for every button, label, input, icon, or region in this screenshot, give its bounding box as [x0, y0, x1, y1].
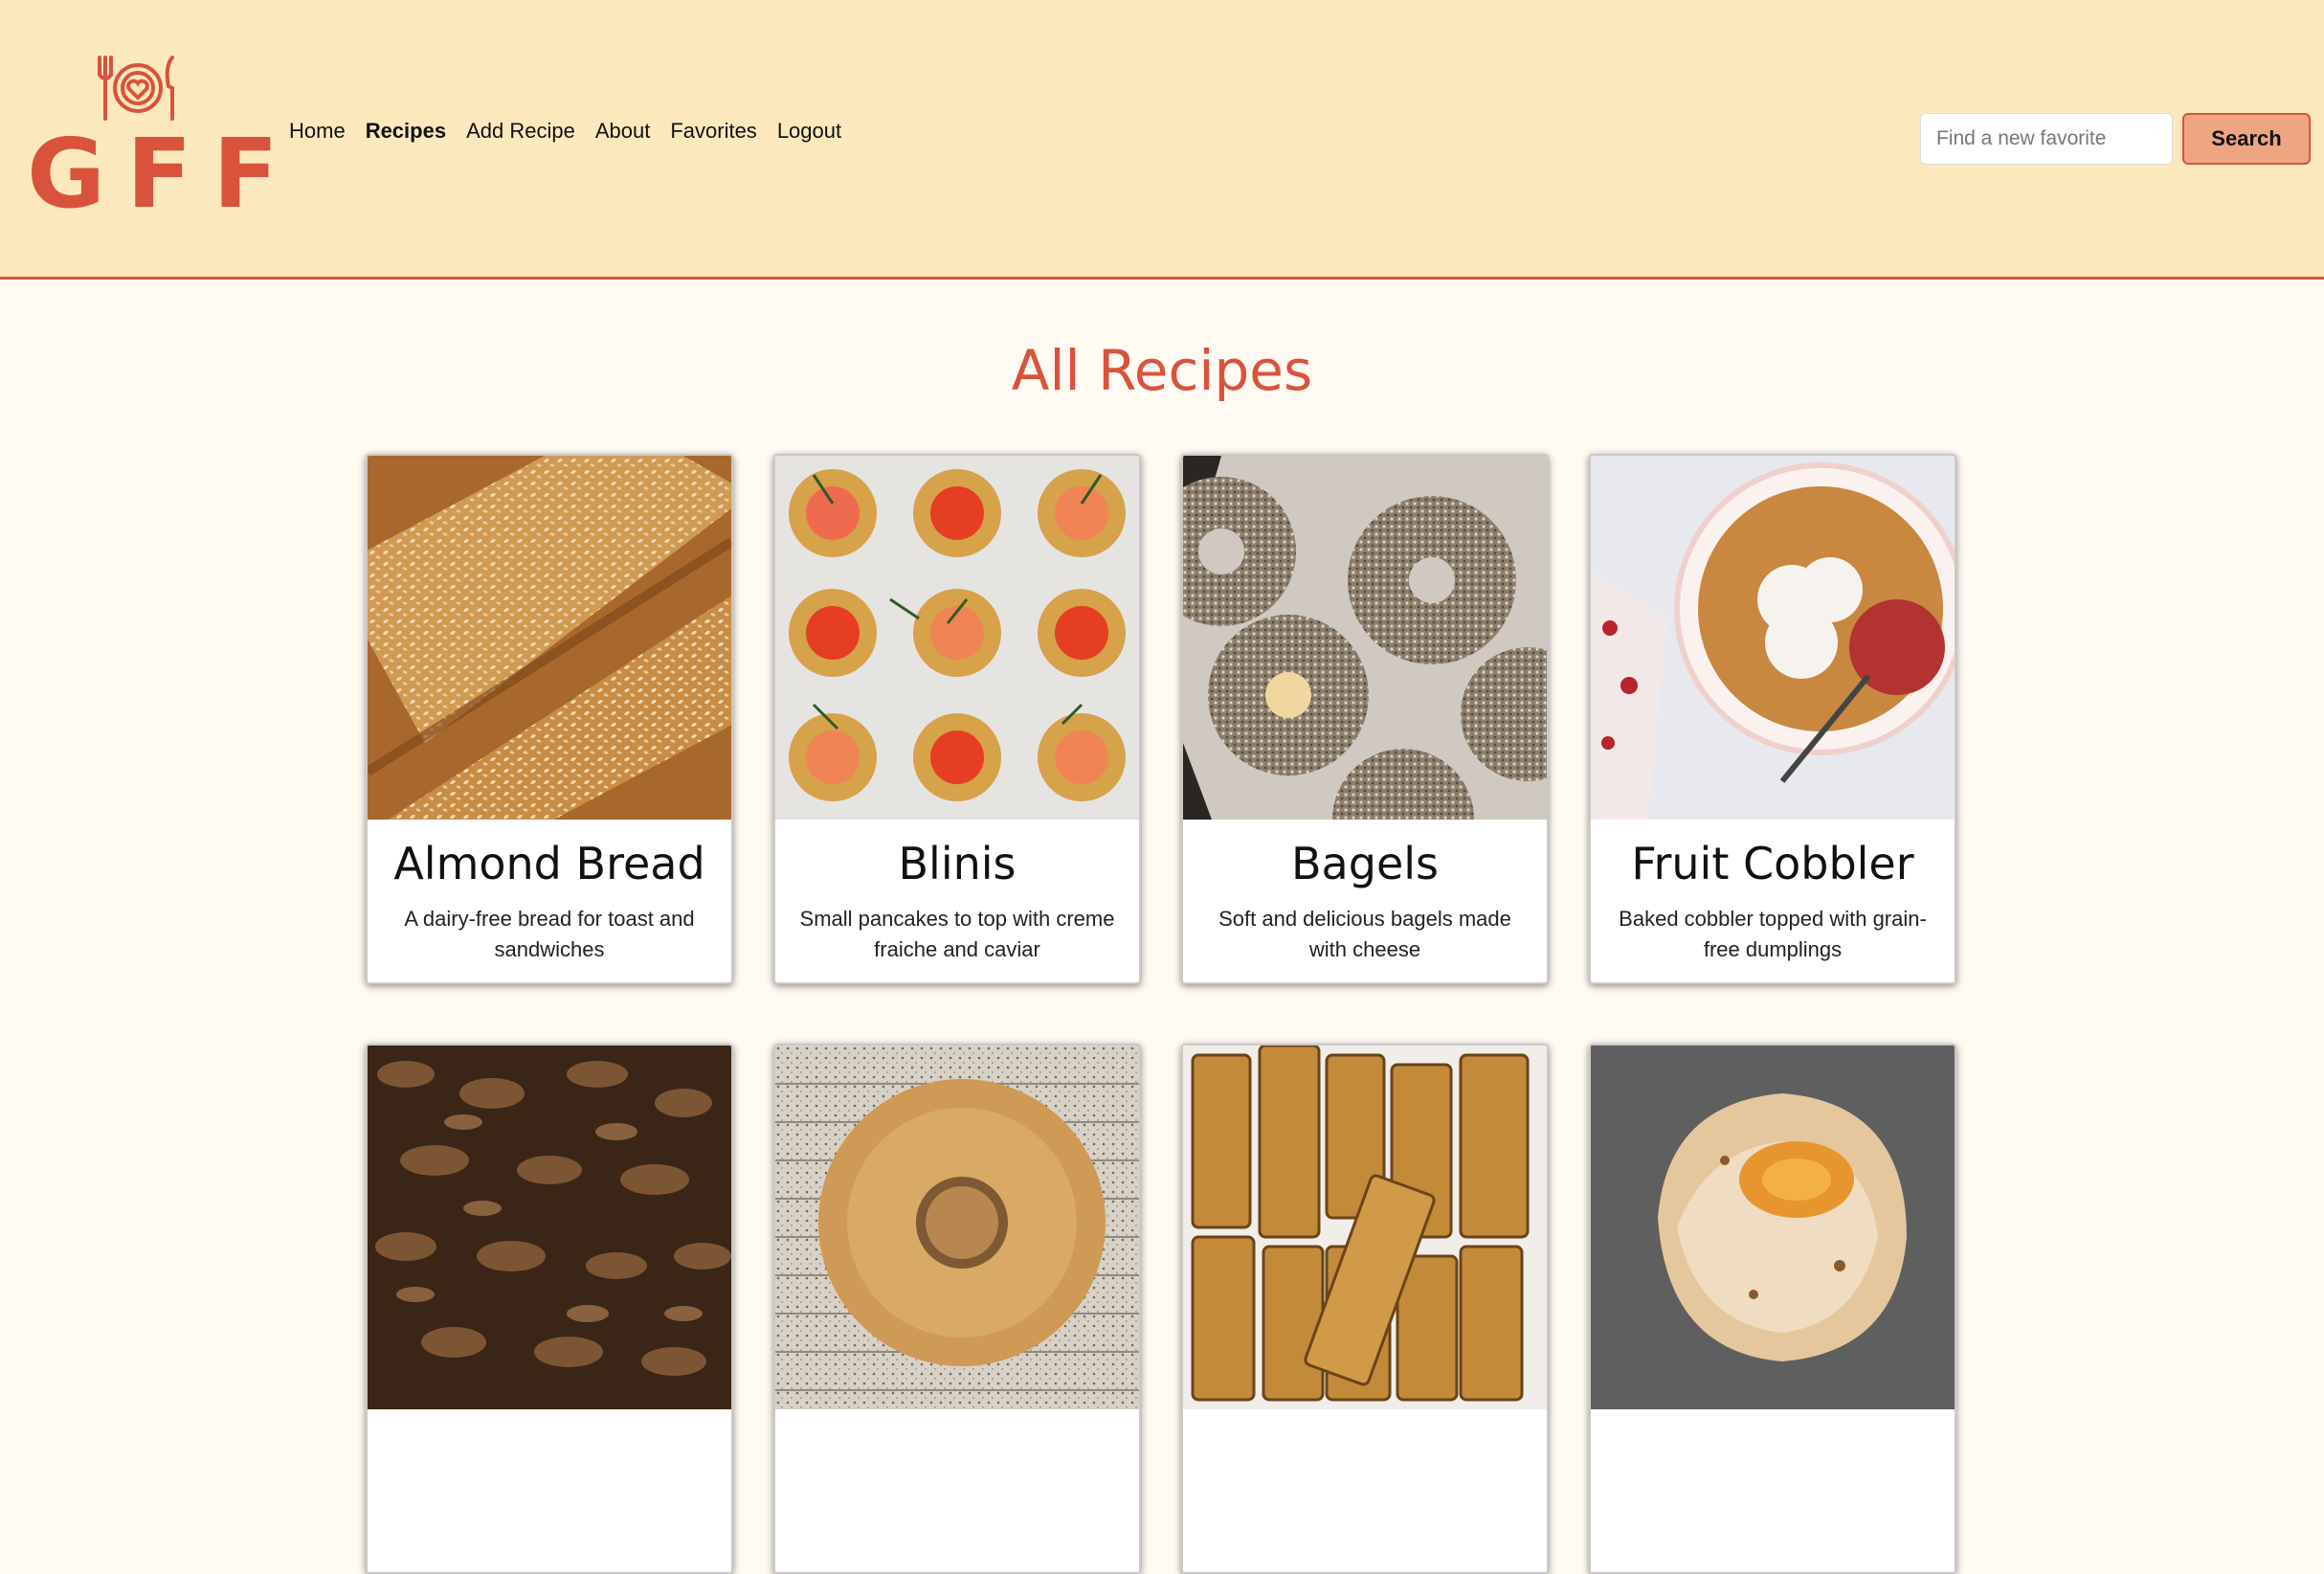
- recipe-card[interactable]: [366, 1044, 733, 1574]
- recipe-image[interactable]: [368, 456, 731, 820]
- gff-logo[interactable]: GFF: [27, 54, 279, 226]
- recipe-title[interactable]: Almond Bread: [368, 837, 731, 890]
- recipe-image[interactable]: [1591, 456, 1955, 820]
- recipe-image[interactable]: [775, 456, 1139, 820]
- page-title: All Recipes: [1011, 338, 1313, 403]
- recipe-card[interactable]: Almond Bread A dairy-free bread for toas…: [366, 454, 733, 984]
- site-header: GFF Home Recipes Add Recipe About Favori…: [0, 0, 2324, 280]
- nav-link-home[interactable]: Home: [289, 119, 346, 144]
- nav-link-add-recipe[interactable]: Add Recipe: [466, 119, 575, 144]
- recipe-title[interactable]: Blinis: [775, 837, 1139, 890]
- recipe-card[interactable]: Fruit Cobbler Baked cobbler topped with …: [1589, 454, 1956, 984]
- fork-knife-heart-icon: [98, 56, 174, 121]
- recipe-card[interactable]: [1181, 1044, 1549, 1574]
- nav-link-about[interactable]: About: [595, 119, 651, 144]
- search-button[interactable]: Search: [2182, 113, 2311, 165]
- recipe-image[interactable]: [1183, 1046, 1547, 1409]
- recipe-title[interactable]: Bagels: [1183, 837, 1547, 890]
- recipe-image[interactable]: [775, 1046, 1139, 1409]
- recipe-card[interactable]: [1589, 1044, 1956, 1574]
- nav-link-favorites[interactable]: Favorites: [670, 119, 756, 144]
- nav-link-logout[interactable]: Logout: [777, 119, 841, 144]
- recipe-description: A dairy-free bread for toast and sandwic…: [404, 907, 695, 961]
- recipe-image[interactable]: [1183, 456, 1547, 820]
- recipe-description: Soft and delicious bagels made with chee…: [1218, 907, 1511, 961]
- recipe-title[interactable]: Fruit Cobbler: [1591, 837, 1955, 890]
- nav-link-recipes[interactable]: Recipes: [366, 119, 446, 144]
- recipe-description: Baked cobbler topped with grain-free dum…: [1619, 907, 1927, 961]
- recipe-image[interactable]: [368, 1046, 731, 1409]
- main-nav: Home Recipes Add Recipe About Favorites …: [289, 119, 841, 144]
- recipe-image[interactable]: [1591, 1046, 1955, 1409]
- logo-text: GFF: [27, 118, 300, 230]
- recipe-description: Small pancakes to top with creme fraiche…: [799, 907, 1115, 961]
- search-input[interactable]: [1920, 113, 2173, 165]
- recipe-card[interactable]: Blinis Small pancakes to top with creme …: [773, 454, 1141, 984]
- recipe-card[interactable]: Bagels Soft and delicious bagels made wi…: [1181, 454, 1549, 984]
- recipe-card[interactable]: [773, 1044, 1141, 1574]
